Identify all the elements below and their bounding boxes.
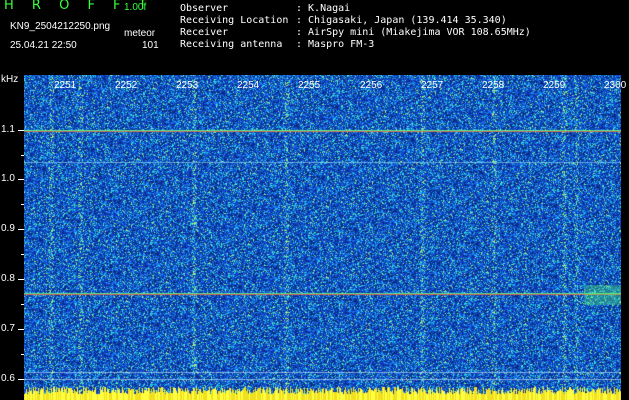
x-tick-label: 2252 [115, 80, 138, 91]
antenna-value: : Maspro FM-3 [296, 39, 375, 50]
y-tick-label: 0.6 [1, 373, 15, 384]
datetime-label: 25.04.21 22:50 [10, 40, 77, 51]
observer-label: Observer [180, 3, 229, 14]
x-tick-label: 2259 [543, 80, 566, 91]
x-tick-label: 2258 [482, 80, 505, 91]
spectrogram [24, 75, 621, 400]
x-tick-label: 2256 [360, 80, 383, 91]
x-tick-label: 2300 [604, 80, 627, 91]
y-tick-label: 0.8 [1, 273, 15, 284]
location-value: : Chigasaki, Japan (139.414 35.340) [296, 15, 507, 26]
observer-value: : K.Nagai [296, 3, 351, 14]
receiver-value: : AirSpy mini (Miakejima VOR 108.65MHz) [296, 27, 531, 38]
version-label: 1.00f [124, 2, 147, 13]
y-tick-label: 0.7 [1, 323, 15, 334]
x-tick-label: 2254 [237, 80, 260, 91]
x-tick-label: 2257 [421, 80, 444, 91]
location-label: Receiving Location [180, 15, 289, 26]
y-tick-label: 1.1 [1, 124, 15, 135]
x-tick-label: 2251 [54, 80, 77, 91]
receiver-label: Receiver [180, 27, 229, 38]
mode-label: meteor [124, 28, 156, 39]
y-tick-label: 0.9 [1, 223, 15, 234]
filename-label: KN9_2504212250.png [10, 21, 111, 32]
x-tick-label: 2255 [298, 80, 321, 91]
antenna-label: Receiving antenna [180, 39, 283, 50]
count-label: 101 [142, 40, 159, 51]
y-axis-unit: kHz [1, 74, 19, 85]
x-tick-label: 2253 [176, 80, 199, 91]
y-tick-label: 1.0 [1, 173, 15, 184]
